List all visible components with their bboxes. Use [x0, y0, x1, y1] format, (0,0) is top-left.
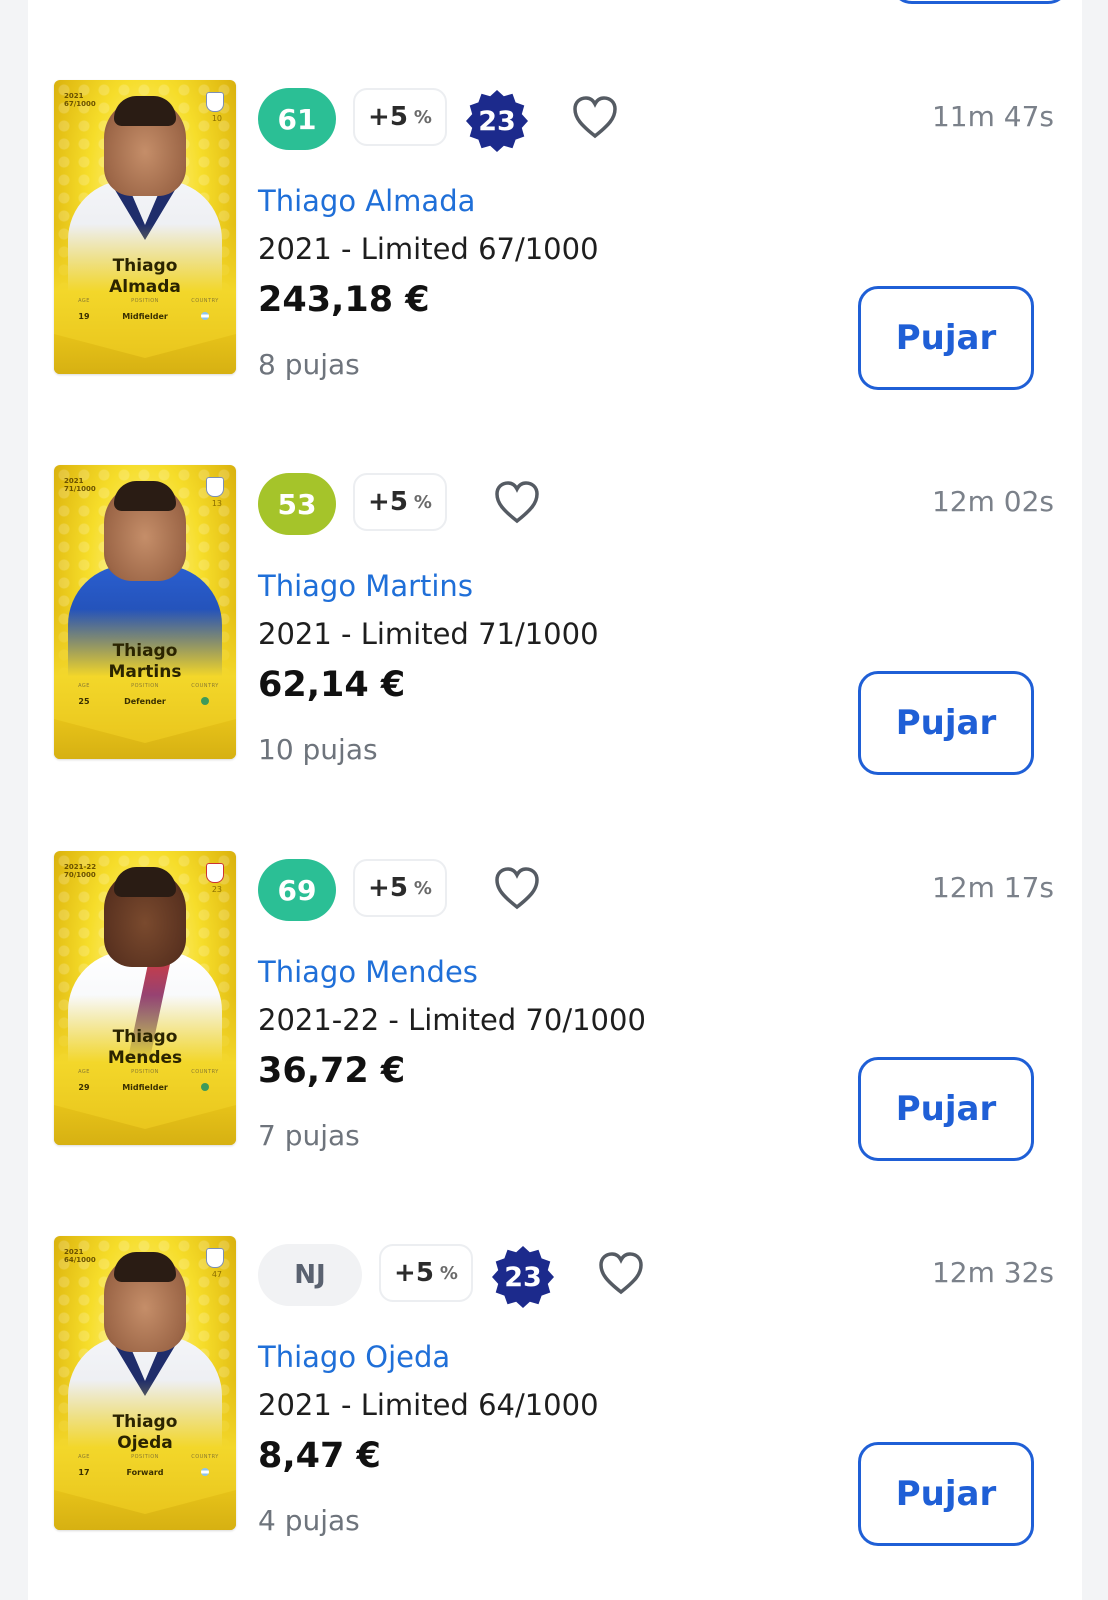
- card-position: POSITION Forward: [126, 1454, 164, 1477]
- card-player-name: Thiago Almada: [109, 256, 181, 297]
- card-position: POSITION Midfielder: [122, 1069, 168, 1092]
- card-country: COUNTRY: [180, 683, 230, 707]
- price: 62,14 €: [258, 665, 406, 705]
- price: 8,47 €: [258, 1436, 381, 1476]
- score-badge: 69: [258, 859, 336, 921]
- card-edition: 2021 - Limited 71/1000: [258, 617, 599, 651]
- card-position: POSITION Defender: [124, 683, 166, 706]
- time-remaining: 11m 47s: [931, 100, 1054, 133]
- card-player-name: Thiago Ojeda: [112, 1412, 178, 1453]
- score-badge: 61: [258, 88, 336, 150]
- bid-count: 4 pujas: [258, 1504, 360, 1537]
- card-age: AGE 25: [78, 683, 90, 706]
- flag-icon: [201, 312, 209, 320]
- bid-button[interactable]: Pujar: [858, 671, 1034, 775]
- player-photo: [104, 96, 186, 196]
- time-remaining: 12m 17s: [931, 871, 1054, 904]
- card-edition: 2021 - Limited 67/1000: [258, 232, 599, 266]
- bid-count: 10 pujas: [258, 733, 378, 766]
- heart-icon[interactable]: [493, 479, 541, 525]
- previous-bid-button[interactable]: [890, 0, 1070, 4]
- player-photo: [104, 867, 186, 967]
- heart-icon[interactable]: [493, 865, 541, 911]
- club-crest-icon: [206, 863, 224, 883]
- time-remaining: 12m 32s: [931, 1256, 1054, 1289]
- player-photo: [104, 481, 186, 581]
- player-photo: [104, 1252, 186, 1352]
- price: 36,72 €: [258, 1051, 406, 1091]
- bid-count: 7 pujas: [258, 1119, 360, 1152]
- bonus-badge: +5%: [379, 1244, 473, 1302]
- card-country: COUNTRY: [180, 1069, 230, 1093]
- player-card-image[interactable]: 2021 67/1000 10 Thiago Almada AGE 19 POSITI…: [54, 80, 236, 374]
- card-edition: 2021 - Limited 64/1000: [258, 1388, 599, 1422]
- bid-button[interactable]: Pujar: [858, 286, 1034, 390]
- card-country: COUNTRY: [180, 1454, 230, 1478]
- card-age: AGE 19: [78, 298, 90, 321]
- bonus-badge: +5%: [353, 88, 447, 146]
- bonus-badge: +5%: [353, 859, 447, 917]
- card-edition: 2021-22 - Limited 70/1000: [258, 1003, 646, 1037]
- card-shirt-number: 23: [211, 885, 222, 894]
- bid-button[interactable]: Pujar: [858, 1057, 1034, 1161]
- player-card-image[interactable]: 2021 64/1000 47 Thiago Ojeda AGE 17 POSITIO…: [54, 1236, 236, 1530]
- flag-icon: [201, 1468, 209, 1476]
- rank-star-badge: 23: [492, 1246, 554, 1308]
- player-name-link[interactable]: Thiago Almada: [258, 184, 475, 218]
- player-name-link[interactable]: Thiago Mendes: [258, 955, 478, 989]
- bonus-badge: +5%: [353, 473, 447, 531]
- listing-item: 2021 67/1000 10 Thiago Almada AGE 19 POSITI…: [28, 80, 1082, 390]
- listing-item: 2021-22 70/1000 23 Thiago Mendes AGE 29 POS…: [28, 851, 1082, 1161]
- player-card-image[interactable]: 2021-22 70/1000 23 Thiago Mendes AGE 29 POS…: [54, 851, 236, 1145]
- card-position: POSITION Midfielder: [122, 298, 168, 321]
- player-name-link[interactable]: Thiago Martins: [258, 569, 473, 603]
- player-name-link[interactable]: Thiago Ojeda: [258, 1340, 450, 1374]
- listing-item: 2021 64/1000 47 Thiago Ojeda AGE 17 POSITIO…: [28, 1236, 1082, 1546]
- score-badge: 53: [258, 473, 336, 535]
- card-season: 2021 67/1000: [64, 92, 96, 108]
- time-remaining: 12m 02s: [931, 485, 1054, 518]
- player-card-image[interactable]: 2021 71/1000 13 Thiago Martins AGE 25 POSIT…: [54, 465, 236, 759]
- card-shirt-number: 10: [211, 114, 222, 123]
- heart-icon[interactable]: [571, 94, 619, 140]
- club-crest-icon: [206, 477, 224, 497]
- bid-button[interactable]: Pujar: [858, 1442, 1034, 1546]
- club-crest-icon: [206, 92, 224, 112]
- card-season: 2021 71/1000: [64, 477, 96, 493]
- bid-count: 8 pujas: [258, 348, 360, 381]
- heart-icon[interactable]: [597, 1250, 645, 1296]
- flag-icon: [201, 1083, 209, 1091]
- card-player-name: Thiago Mendes: [107, 1027, 183, 1068]
- card-shirt-number: 47: [211, 1270, 222, 1279]
- auction-list-panel: 2021 67/1000 10 Thiago Almada AGE 19 POSITI…: [28, 0, 1082, 1600]
- rank-star-badge: 23: [466, 90, 528, 152]
- card-season: 2021 64/1000: [64, 1248, 96, 1264]
- flag-icon: [201, 697, 209, 705]
- card-age: AGE 29: [78, 1069, 90, 1092]
- card-country: COUNTRY: [180, 298, 230, 322]
- club-crest-icon: [206, 1248, 224, 1268]
- card-shirt-number: 13: [211, 499, 222, 508]
- card-season: 2021-22 70/1000: [64, 863, 97, 879]
- card-age: AGE 17: [78, 1454, 90, 1477]
- listing-item: 2021 71/1000 13 Thiago Martins AGE 25 POSIT…: [28, 465, 1082, 775]
- card-player-name: Thiago Martins: [108, 641, 182, 682]
- score-badge: NJ: [258, 1244, 362, 1306]
- price: 243,18 €: [258, 280, 430, 320]
